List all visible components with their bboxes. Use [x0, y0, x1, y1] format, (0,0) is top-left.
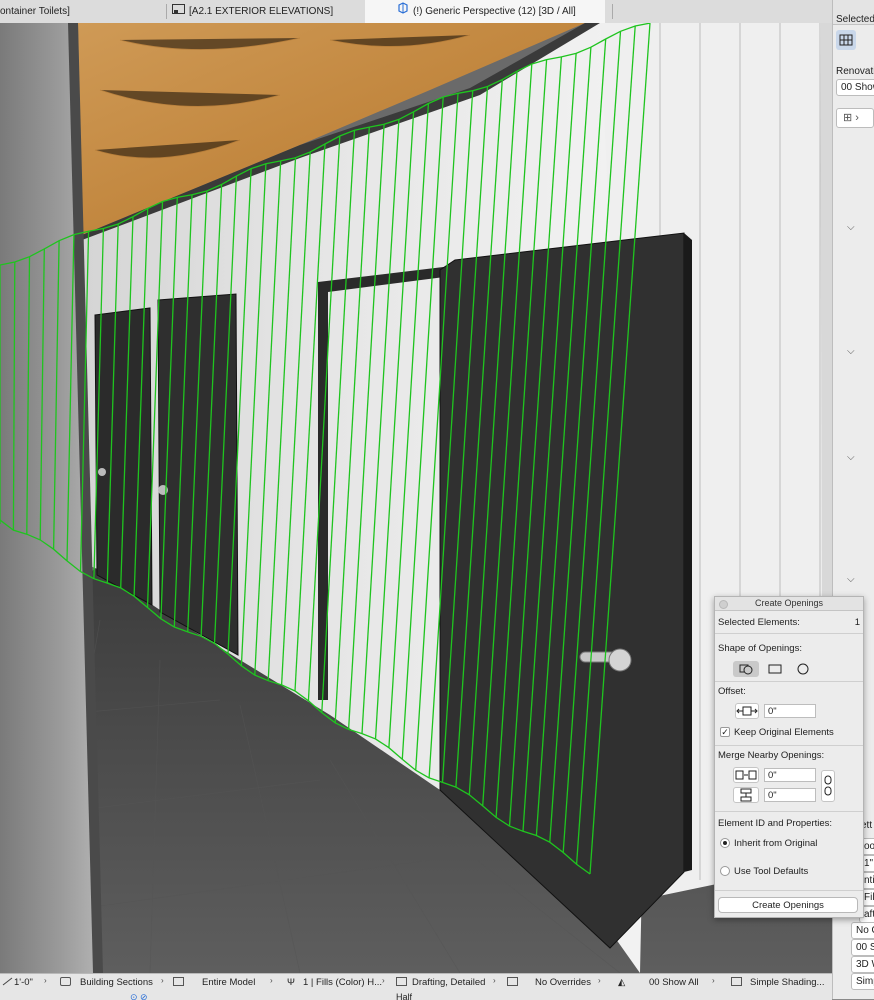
door-handle-icon	[98, 468, 106, 476]
elevation-view-icon	[172, 0, 185, 23]
merge-vertical-icon	[733, 787, 759, 803]
tab-label: [A2.1 EXTERIOR ELEVATIONS]	[189, 6, 334, 18]
truncated-field[interactable]: 00 Sh	[851, 939, 874, 956]
divider	[715, 745, 863, 746]
building-sections-value[interactable]: Building Sections	[80, 976, 153, 990]
tab-separator	[612, 4, 613, 19]
close-icon[interactable]	[719, 600, 728, 609]
keep-original-checkbox[interactable]: ✓	[720, 727, 730, 737]
show-all-value[interactable]: 00 Show All	[649, 976, 699, 990]
chevron-right-icon[interactable]: ›	[493, 976, 496, 985]
inherit-radio[interactable]	[720, 838, 730, 848]
door-edge	[684, 233, 692, 872]
3d-style-icon	[731, 977, 742, 986]
offset-icon	[735, 703, 759, 719]
tab-label: (!) Generic Perspective (12) [3D / All]	[413, 6, 576, 18]
chevron-right-icon[interactable]: ›	[161, 976, 164, 985]
chevron-down-icon[interactable]: ⌵	[847, 222, 855, 233]
link-chain-icon[interactable]	[821, 770, 835, 802]
model-view-icon	[173, 977, 184, 986]
door-far-2[interactable]	[157, 293, 239, 656]
divider	[715, 811, 863, 812]
create-openings-button[interactable]: Create Openings	[718, 897, 858, 913]
3d-scene[interactable]	[0, 23, 832, 973]
tab-generic-perspective[interactable]: (!) Generic Perspective (12) [3D / All]	[365, 0, 605, 23]
drafting-value[interactable]: Drafting, Detailed	[412, 976, 485, 990]
rectangle-icon	[768, 664, 782, 674]
selected-elements-count: 1	[854, 617, 860, 628]
model-value[interactable]: Entire Model	[202, 976, 255, 990]
override-icon	[507, 977, 518, 986]
tab-separator	[166, 4, 167, 19]
layer-icon	[60, 977, 71, 986]
fills-value[interactable]: 1 | Fills (Color) H...	[303, 976, 382, 990]
truncated-field[interactable]: No O	[851, 922, 874, 939]
merge-vertical-input[interactable]: 0"	[764, 788, 816, 802]
tool-defaults-radio[interactable]	[720, 866, 730, 876]
renovation-filter-icon: ◭	[618, 977, 626, 988]
circle-icon	[797, 663, 809, 675]
tab-container-toilets[interactable]: ontainer Toilets]	[0, 0, 165, 23]
truncated-field[interactable]: 3D W	[851, 956, 874, 973]
renovation-label: Renovatio	[836, 66, 874, 77]
door-far-1[interactable]	[94, 307, 153, 606]
chevron-right-icon[interactable]: ›	[712, 976, 715, 985]
keep-original-label: Keep Original Elements	[734, 727, 834, 738]
merge-horizontal-input[interactable]: 0"	[764, 768, 816, 782]
drafting-icon	[396, 977, 407, 986]
selected-label: Selected	[836, 14, 874, 25]
inherit-label: Inherit from Original	[734, 838, 818, 849]
chevron-down-icon[interactable]: ⌵	[847, 346, 855, 357]
pen-set-icon: Ψ	[287, 977, 295, 988]
status-bar: 1'-0" › Building Sections › Entire Model…	[0, 973, 832, 1000]
dialog-title: Create Openings	[754, 598, 824, 608]
chevron-down-icon[interactable]: ⌵	[847, 574, 855, 585]
renovation-select[interactable]: 00 Show	[836, 79, 874, 96]
shading-value[interactable]: Simple Shading...	[750, 976, 824, 990]
element-id-label: Element ID and Properties:	[718, 818, 833, 829]
shape-custom-button[interactable]	[733, 661, 759, 677]
tab-label: ontainer Toilets]	[0, 6, 70, 17]
shape-label: Shape of Openings:	[718, 643, 802, 654]
overrides-value[interactable]: No Overrides	[535, 976, 591, 990]
scale-value[interactable]: 1'-0"	[14, 976, 33, 990]
grid-tool-icon[interactable]	[836, 30, 856, 50]
shape-circle-button[interactable]	[793, 661, 813, 677]
edge-panel	[820, 23, 832, 600]
tool-defaults-label: Use Tool Defaults	[734, 866, 809, 877]
merge-label: Merge Nearby Openings:	[718, 750, 825, 761]
scale-icon	[2, 977, 13, 986]
tab-bar: ontainer Toilets] [A2.1 EXTERIOR ELEVATI…	[0, 0, 832, 24]
divider	[715, 681, 863, 682]
dialog-titlebar: Create Openings	[715, 597, 863, 611]
chevron-right-icon[interactable]: ›	[44, 976, 47, 985]
hierarchy-icon: ⊞ ›	[843, 112, 859, 124]
tab-exterior-elevations[interactable]: [A2.1 EXTERIOR ELEVATIONS]	[172, 0, 362, 23]
divider	[715, 890, 863, 891]
offset-input[interactable]: 0"	[764, 704, 816, 718]
3d-viewport[interactable]	[0, 23, 832, 973]
create-openings-dialog: Create Openings Selected Elements: 1 Sha…	[714, 596, 864, 918]
truncated-field[interactable]: Simp	[851, 973, 874, 990]
shape-custom-icon	[739, 664, 753, 675]
selected-elements-label: Selected Elements:	[718, 617, 800, 628]
divider	[715, 633, 863, 634]
chevron-right-icon[interactable]: ›	[382, 976, 385, 985]
chevron-right-icon[interactable]: ›	[598, 976, 601, 985]
offset-label: Offset:	[718, 686, 746, 697]
shape-rectangle-button[interactable]	[765, 661, 785, 677]
chevron-down-icon[interactable]: ⌵	[847, 452, 855, 463]
chevron-right-icon[interactable]: ›	[270, 976, 273, 985]
tree-nav-button[interactable]: ⊞ ›	[836, 108, 874, 128]
3d-view-icon	[397, 0, 409, 23]
merge-horizontal-icon	[733, 767, 759, 783]
